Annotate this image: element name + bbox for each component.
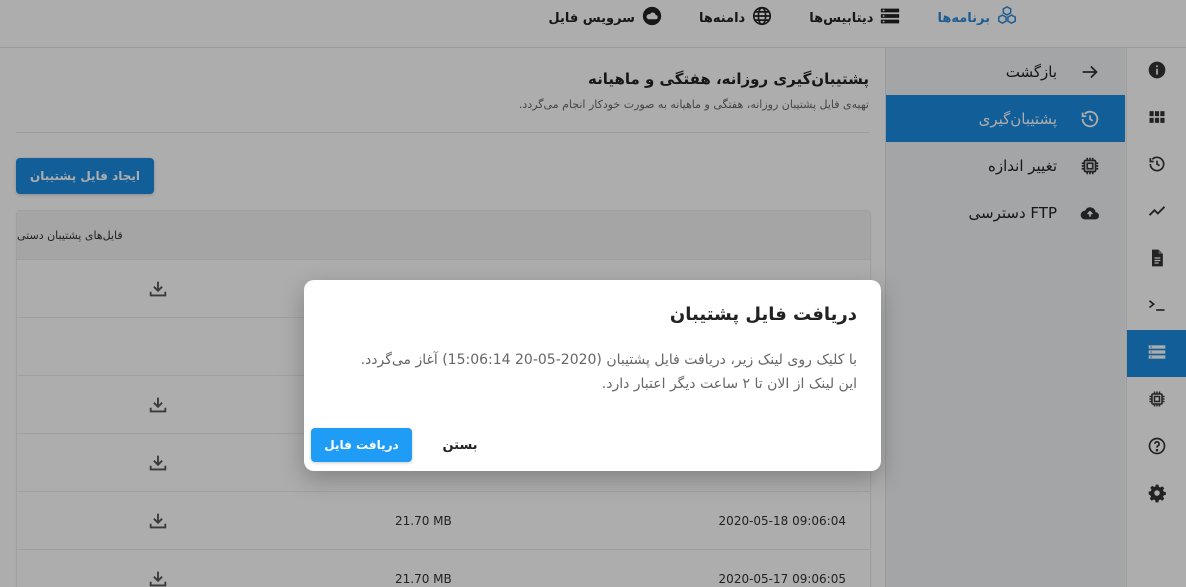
close-button[interactable]: بستن (422, 428, 498, 462)
dialog-title: دریافت فایل پشتیبان (669, 304, 857, 325)
dialog-body: با کلیک روی لینک زیر، دریافت فایل پشتیبا… (327, 348, 857, 396)
download-file-button[interactable]: دریافت فایل (311, 428, 412, 462)
dialog-message-line: این لینک از الان تا ۲ ساعت دیگر اعتبار د… (601, 376, 857, 392)
download-backup-dialog: دریافت فایل پشتیبان با کلیک روی لینک زیر… (304, 280, 881, 471)
dialog-message-line: با کلیک روی لینک زیر، دریافت فایل پشتیبا… (360, 352, 857, 368)
